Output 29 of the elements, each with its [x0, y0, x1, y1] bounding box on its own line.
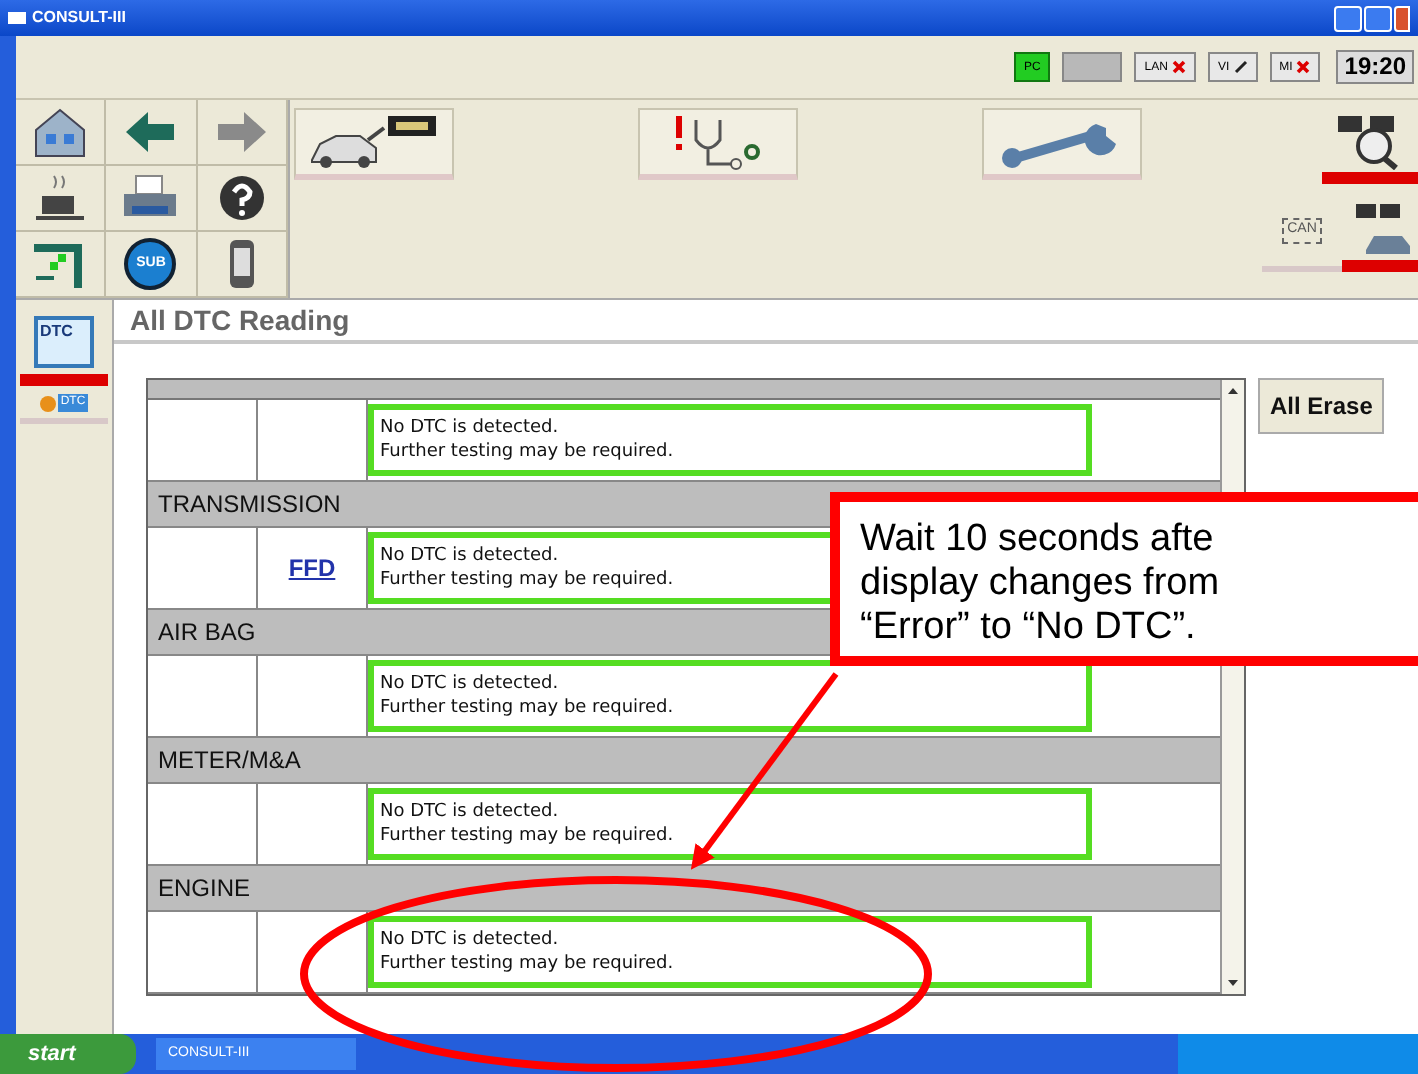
clock-time: 19:20 — [1336, 50, 1414, 84]
toolbar-button[interactable] — [16, 166, 107, 232]
toolbar-button[interactable] — [16, 100, 107, 166]
dtc-message: No DTC is detected. Further testing may be required. — [368, 788, 1092, 860]
ffd-link[interactable]: FFD — [288, 550, 336, 586]
toolbar-button[interactable] — [294, 108, 454, 180]
section-header: ENGINE — [148, 866, 1220, 912]
dtc-message: No DTC is detected. Further testing may be required. — [368, 916, 1092, 988]
close-button[interactable] — [1394, 5, 1410, 31]
toolbar-button[interactable] — [638, 108, 798, 180]
maximize-button[interactable] — [1364, 5, 1392, 31]
window-title: CONSULT-III — [32, 6, 126, 30]
toolbar-button[interactable] — [106, 166, 198, 232]
toolbar-button[interactable] — [197, 166, 288, 232]
start-button[interactable]: start — [0, 1034, 136, 1074]
window-icon — [8, 12, 26, 24]
toolbar-button[interactable] — [197, 232, 288, 298]
page-title: All DTC Reading — [114, 300, 1418, 344]
home-icon — [30, 106, 91, 158]
section-header: METER/M&A — [148, 738, 1220, 784]
car-with-display-icon — [308, 112, 440, 172]
dtc-message: No DTC is detected. Further testing may be required. — [368, 404, 1092, 476]
monitor-icon: DTC — [34, 316, 94, 368]
status-indicator — [1062, 52, 1123, 82]
minimize-button[interactable] — [1334, 5, 1362, 31]
all-erase-button[interactable]: All Erase — [1258, 378, 1385, 434]
error-cross-icon — [1171, 60, 1186, 74]
annotation-tooltip: Wait 10 seconds afte display changes from “Error” to “No DTC”. — [830, 492, 1418, 666]
error-cross-icon — [1296, 60, 1311, 74]
